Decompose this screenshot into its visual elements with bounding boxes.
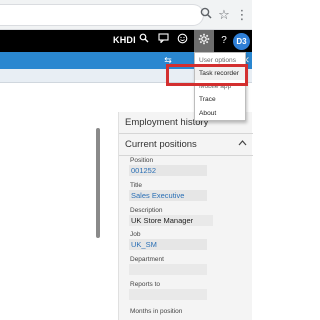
star-icon[interactable]: ☆ [216,7,232,23]
job-label: Job [130,231,141,238]
smiley-icon[interactable] [175,33,189,49]
title-label: Title [130,182,143,189]
address-bar[interactable] [0,4,204,26]
search-icon[interactable] [137,33,151,49]
description-label: Description [130,207,163,214]
more-icon[interactable]: ⋮ [234,7,250,23]
company-picker[interactable]: KHDI [113,35,136,45]
menu-item-trace[interactable]: Trace [195,93,245,106]
current-positions-title: Current positions [125,139,197,150]
department-value [129,264,207,275]
title-value[interactable]: Sales Executive [129,190,207,201]
months-in-position-label: Months in position [130,308,183,315]
factbox-pane: Employment history Current positions Pos… [118,112,253,320]
current-positions-header[interactable]: Current positions [119,134,253,156]
reports-to-label: Reports to [130,281,160,288]
position-label: Position [130,157,154,164]
help-icon[interactable]: ? [217,33,231,49]
search-icon[interactable] [198,7,214,23]
settings-menu: User options Task recorder Mobile app Tr… [194,52,246,121]
gear-icon [197,33,211,49]
scrollbar-thumb[interactable] [96,128,100,238]
highlight-annotation [166,64,248,86]
chat-icon[interactable] [156,33,170,49]
settings-button[interactable] [194,30,214,52]
app-navbar: KHDI ? D3 [0,30,252,52]
reports-to-value [129,289,207,300]
description-value: UK Store Manager [129,215,213,226]
position-value[interactable]: 001252 [129,165,207,176]
job-value[interactable]: UK_SM [129,239,207,250]
chevron-up-icon[interactable] [238,138,247,148]
department-label: Department [130,256,164,263]
browser-toolbar: ☆ ⋮ [0,0,252,30]
menu-item-about[interactable]: About [195,107,245,120]
avatar[interactable]: D3 [233,33,250,50]
